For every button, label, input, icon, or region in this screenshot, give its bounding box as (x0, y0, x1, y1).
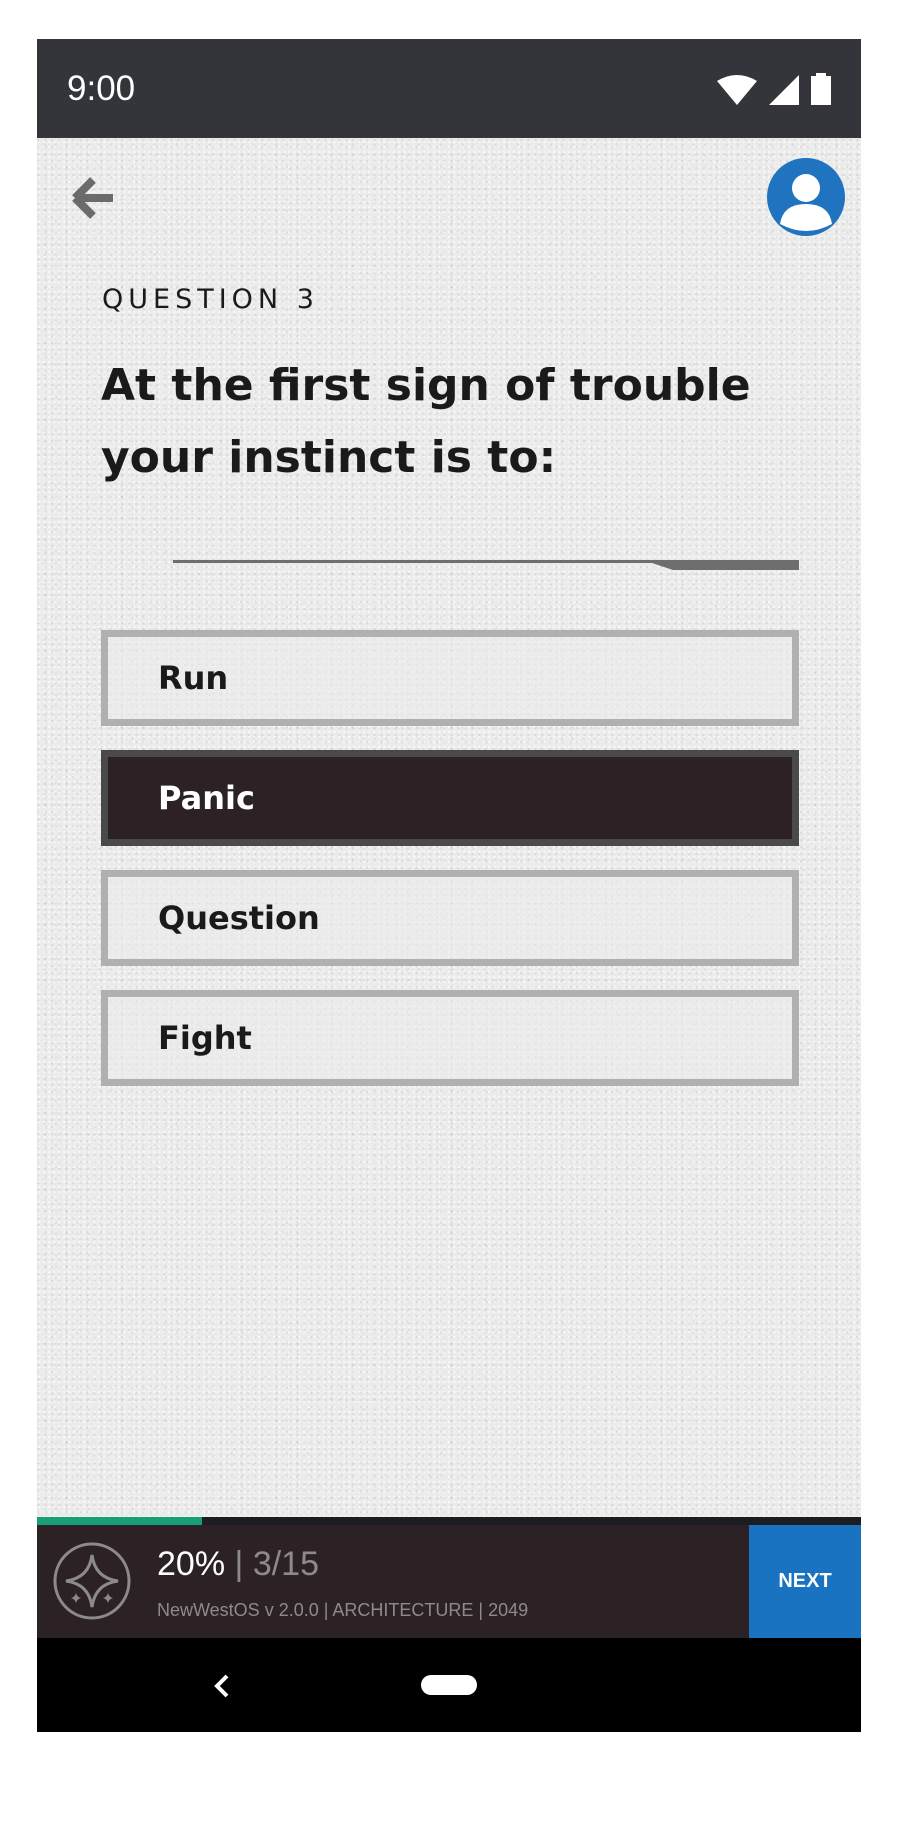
question-text: At the first sign of trouble your instin… (101, 360, 751, 483)
signal-icon (769, 75, 799, 105)
status-icons (717, 73, 831, 105)
battery-icon (811, 73, 831, 105)
profile-icon (780, 174, 832, 231)
system-nav-bar (37, 1638, 861, 1732)
phone-screen: 9:00 QUESTION 3 At the first sign of tro… (37, 39, 861, 1732)
wifi-icon (717, 75, 757, 105)
option-question[interactable]: Question (101, 870, 799, 966)
back-arrow-icon (72, 177, 113, 219)
question-label: QUESTION 3 (102, 284, 319, 315)
progress-separator: | (234, 1545, 244, 1583)
progress-summary: 20% | 3/15 (157, 1545, 319, 1584)
option-label: Question (158, 899, 320, 937)
progress-percent: 20% (157, 1545, 226, 1583)
progress-bar (37, 1517, 861, 1525)
question-count: 3/15 (252, 1545, 319, 1583)
progress-fill (37, 1517, 202, 1525)
option-panic[interactable]: Panic (101, 750, 799, 846)
option-run[interactable]: Run (101, 630, 799, 726)
status-time: 9:00 (67, 69, 136, 108)
status-bar: 9:00 (37, 39, 861, 138)
question-divider (173, 560, 799, 570)
next-button[interactable]: NEXT (749, 1525, 861, 1638)
nav-home-icon[interactable] (421, 1675, 477, 1695)
nav-back-icon[interactable] (202, 1668, 242, 1704)
quiz-footer: 20% | 3/15 NewWestOS v 2.0.0 | ARCHITECT… (37, 1517, 861, 1638)
answer-options: Run Panic Question Fight (101, 630, 799, 1110)
star-logo-icon (53, 1542, 131, 1620)
option-label: Fight (158, 1019, 252, 1057)
quiz-content: QUESTION 3 At the first sign of trouble … (37, 138, 861, 1517)
option-label: Run (158, 659, 229, 697)
option-fight[interactable]: Fight (101, 990, 799, 1086)
option-label: Panic (158, 779, 255, 817)
back-button[interactable] (65, 168, 125, 228)
profile-button[interactable] (767, 158, 845, 236)
app-version-info: NewWestOS v 2.0.0 | ARCHITECTURE | 2049 (157, 1600, 529, 1620)
